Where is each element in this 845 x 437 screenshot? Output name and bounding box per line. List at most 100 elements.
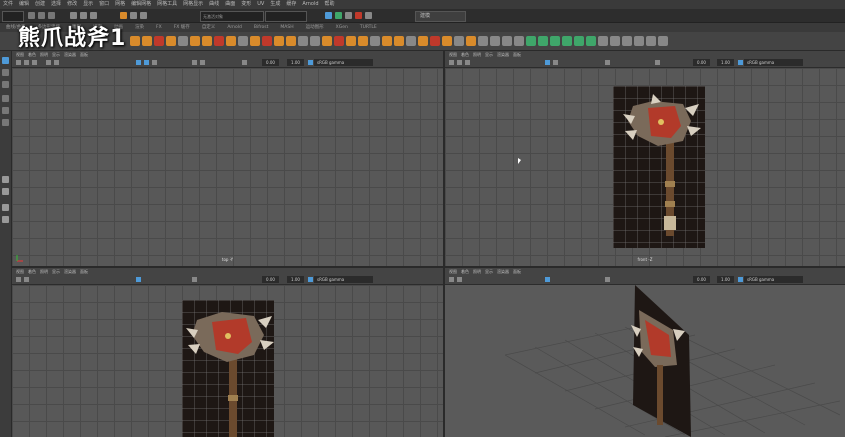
panel-menu-shading[interactable]: 着色 [28, 268, 36, 275]
render-icon[interactable] [325, 12, 332, 19]
shelf-tool-icon[interactable] [262, 36, 272, 46]
shelf-tool-icon[interactable] [286, 36, 296, 46]
shelf-tool-icon[interactable] [562, 36, 572, 46]
menu-item[interactable]: 网格 [115, 0, 125, 9]
menu-item[interactable]: 编辑 [19, 0, 29, 9]
panel-menu-shading[interactable]: 着色 [28, 51, 36, 58]
select-hierarchy-icon[interactable] [70, 12, 77, 19]
viewport-grid[interactable] [445, 285, 845, 437]
panel-menu-view[interactable]: 视图 [449, 268, 457, 275]
ipr-render-icon[interactable] [335, 12, 342, 19]
input-field[interactable]: 无激活对象 [200, 11, 264, 22]
panel-menu-panels[interactable]: 面板 [513, 268, 521, 275]
render-settings-icon[interactable] [345, 12, 352, 19]
shelf-tool-icon[interactable] [598, 36, 608, 46]
gamma-field[interactable]: 1.00 [287, 59, 304, 66]
gamma-field[interactable]: 1.00 [287, 276, 304, 283]
wireframe-icon[interactable] [545, 60, 550, 65]
shelf-tool-icon[interactable] [130, 36, 140, 46]
lights-icon[interactable] [192, 60, 197, 65]
single-view-icon[interactable] [2, 176, 9, 183]
camera-attr-icon[interactable] [24, 277, 29, 282]
exposure-field[interactable]: 0.00 [693, 59, 710, 66]
arnold-icon[interactable] [365, 12, 372, 19]
exposure-field[interactable]: 0.00 [262, 59, 279, 66]
scale-tool-icon[interactable] [2, 119, 9, 126]
shelf-tool-icon[interactable] [322, 36, 332, 46]
axe-reference-image[interactable] [182, 300, 274, 437]
menu-item[interactable]: 选择 [51, 0, 61, 9]
panel-menu-panels[interactable]: 面板 [513, 51, 521, 58]
camera-attr-icon[interactable] [457, 277, 462, 282]
panel-menu-lighting[interactable]: 照明 [40, 268, 48, 275]
shelf-tool-icon[interactable] [658, 36, 668, 46]
snap-point-icon[interactable] [140, 12, 147, 19]
panel-menu-shading[interactable]: 着色 [461, 51, 469, 58]
shelf-tab[interactable]: 自定义 [202, 23, 216, 32]
camera-attr-icon[interactable] [457, 60, 462, 65]
shelf-tool-icon[interactable] [358, 36, 368, 46]
lights-icon[interactable] [605, 60, 610, 65]
paint-select-icon[interactable] [2, 81, 9, 88]
colorspace-dropdown[interactable]: sRGB gamma [744, 276, 803, 283]
viewport-grid[interactable]: top -Y [12, 68, 443, 266]
shelf-tab[interactable]: FX [156, 23, 162, 32]
shelf-tool-icon[interactable] [382, 36, 392, 46]
shelf-tool-icon[interactable] [634, 36, 644, 46]
menu-item[interactable]: 创建 [35, 0, 45, 9]
viewport-divider-horizontal[interactable] [11, 266, 845, 268]
panel-menu-view[interactable]: 视图 [16, 268, 24, 275]
panel-menu-lighting[interactable]: 照明 [473, 51, 481, 58]
menu-item[interactable]: 文件 [3, 0, 13, 9]
shelf-tab[interactable]: 渲染 [135, 23, 144, 32]
shelf-tab[interactable]: FX 缓存 [174, 23, 190, 32]
xray-icon[interactable] [655, 60, 660, 65]
shelf-tool-icon[interactable] [238, 36, 248, 46]
panel-menu-panels[interactable]: 面板 [80, 51, 88, 58]
shelf-tool-icon[interactable] [166, 36, 176, 46]
lasso-tool-icon[interactable] [2, 69, 9, 76]
shelf-tool-icon[interactable] [142, 36, 152, 46]
panel-menu-show[interactable]: 显示 [485, 51, 493, 58]
menu-item[interactable]: 显示 [83, 0, 93, 9]
persp-outliner-icon[interactable] [2, 204, 9, 211]
shelf-tool-icon[interactable] [334, 36, 344, 46]
shelf-tool-icon[interactable] [574, 36, 584, 46]
menu-item[interactable]: Arnold [302, 0, 318, 9]
rotate-tool-icon[interactable] [2, 107, 9, 114]
camera-icon[interactable] [16, 60, 21, 65]
panel-menu-show[interactable]: 显示 [52, 268, 60, 275]
wireframe-icon[interactable] [136, 277, 141, 282]
panel-menu-renderer[interactable]: 渲染器 [64, 268, 76, 275]
shelf-tool-icon[interactable] [370, 36, 380, 46]
shelf-tool-icon[interactable] [466, 36, 476, 46]
panel-menu-view[interactable]: 视图 [16, 51, 24, 58]
camera-icon[interactable] [449, 277, 454, 282]
lights-icon[interactable] [192, 277, 197, 282]
color-manage-icon[interactable] [308, 60, 313, 65]
shelf-tool-icon[interactable] [490, 36, 500, 46]
shelf-tool-icon[interactable] [526, 36, 536, 46]
shelf-tab[interactable]: Bifrost [254, 23, 269, 32]
shelf-tool-icon[interactable] [454, 36, 464, 46]
layout-icon[interactable] [2, 216, 9, 223]
menu-item[interactable]: 帮助 [325, 0, 335, 9]
menu-item[interactable]: 窗口 [99, 0, 109, 9]
gamma-field[interactable]: 1.00 [717, 276, 734, 283]
shelf-tool-icon[interactable] [298, 36, 308, 46]
shelf-tool-icon[interactable] [346, 36, 356, 46]
shelf-tool-icon[interactable] [310, 36, 320, 46]
shelf-tool-icon[interactable] [202, 36, 212, 46]
four-view-icon[interactable] [2, 188, 9, 195]
select-component-icon[interactable] [90, 12, 97, 19]
menu-item[interactable]: 网格显示 [183, 0, 203, 9]
panel-menu-panels[interactable]: 面板 [80, 268, 88, 275]
shadows-icon[interactable] [200, 60, 205, 65]
panel-menu-renderer[interactable]: 渲染器 [64, 51, 76, 58]
menu-item[interactable]: 生成 [270, 0, 280, 9]
colorspace-dropdown[interactable]: sRGB gamma [314, 276, 373, 283]
viewport-divider-vertical[interactable] [443, 51, 445, 437]
panel-menu-renderer[interactable]: 渲染器 [497, 268, 509, 275]
camera-icon[interactable] [16, 277, 21, 282]
panel-menu-view[interactable]: 视图 [449, 51, 457, 58]
